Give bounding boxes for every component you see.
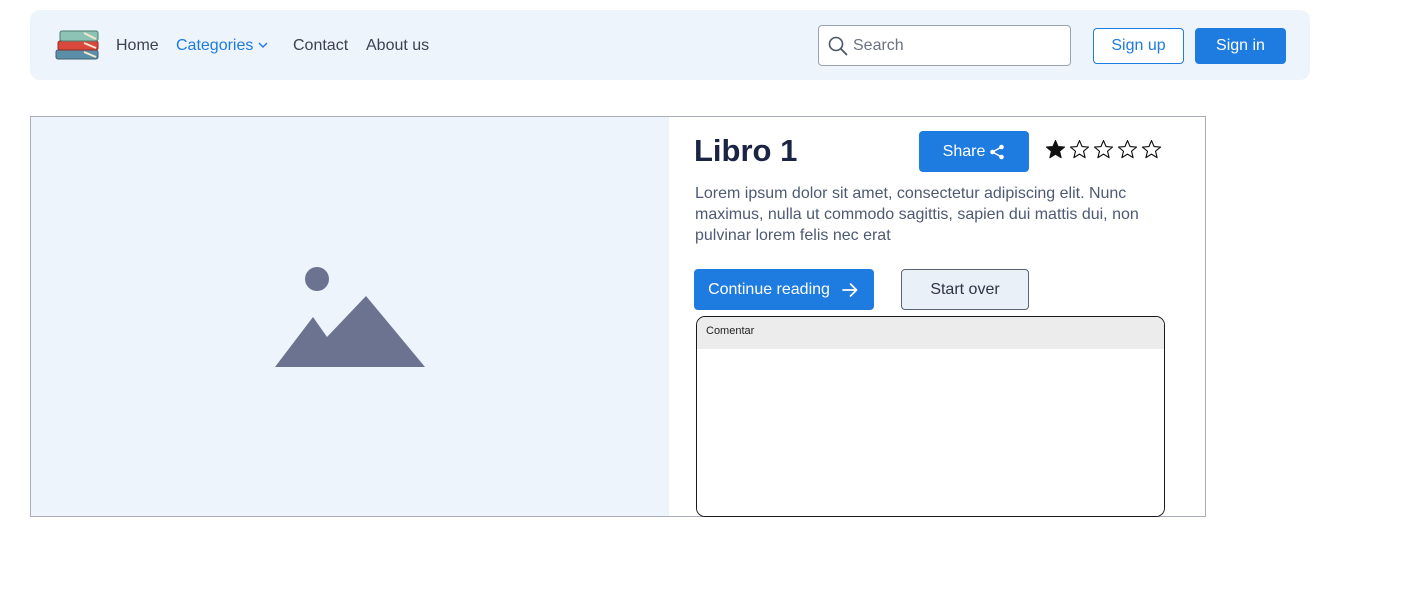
star-empty-icon[interactable] xyxy=(1141,139,1162,160)
sign-up-button[interactable]: Sign up xyxy=(1093,28,1184,64)
nav-contact[interactable]: Contact xyxy=(293,35,348,57)
search-input[interactable] xyxy=(853,32,1063,60)
search-icon xyxy=(828,36,848,56)
nav-categories[interactable]: Categories xyxy=(176,35,269,57)
comment-box: Comentar xyxy=(696,316,1165,517)
comment-textarea[interactable] xyxy=(697,349,1164,516)
navbar: Home Categories Contact About us Sign up… xyxy=(30,10,1310,80)
book-cover-placeholder xyxy=(31,117,669,516)
arrow-right-icon xyxy=(842,282,858,297)
star-rating[interactable] xyxy=(1045,139,1162,160)
start-over-button[interactable]: Start over xyxy=(901,269,1029,310)
sign-in-button[interactable]: Sign in xyxy=(1195,28,1286,64)
share-button[interactable]: Share xyxy=(919,131,1029,172)
image-placeholder-icon xyxy=(275,267,425,367)
continue-reading-button[interactable]: Continue reading xyxy=(694,269,874,310)
nav-about-us[interactable]: About us xyxy=(366,35,429,57)
share-icon xyxy=(990,144,1005,159)
book-title: Libro 1 xyxy=(694,133,798,168)
share-label: Share xyxy=(942,142,986,160)
star-empty-icon[interactable] xyxy=(1093,139,1114,160)
chevron-down-icon xyxy=(258,42,268,48)
book-description: Lorem ipsum dolor sit amet, consectetur … xyxy=(695,185,1139,244)
star-empty-icon[interactable] xyxy=(1117,139,1138,160)
book-card: Libro 1 Share Lorem ipsum dolor sit amet… xyxy=(30,116,1206,517)
search-box xyxy=(818,25,1071,66)
books-stack-icon[interactable] xyxy=(54,28,100,62)
comment-header: Comentar xyxy=(697,317,1164,349)
nav-home[interactable]: Home xyxy=(116,35,159,57)
continue-reading-label: Continue reading xyxy=(708,280,830,298)
nav-categories-label: Categories xyxy=(176,37,254,54)
star-empty-icon[interactable] xyxy=(1069,139,1090,160)
star-filled-icon[interactable] xyxy=(1045,139,1066,160)
